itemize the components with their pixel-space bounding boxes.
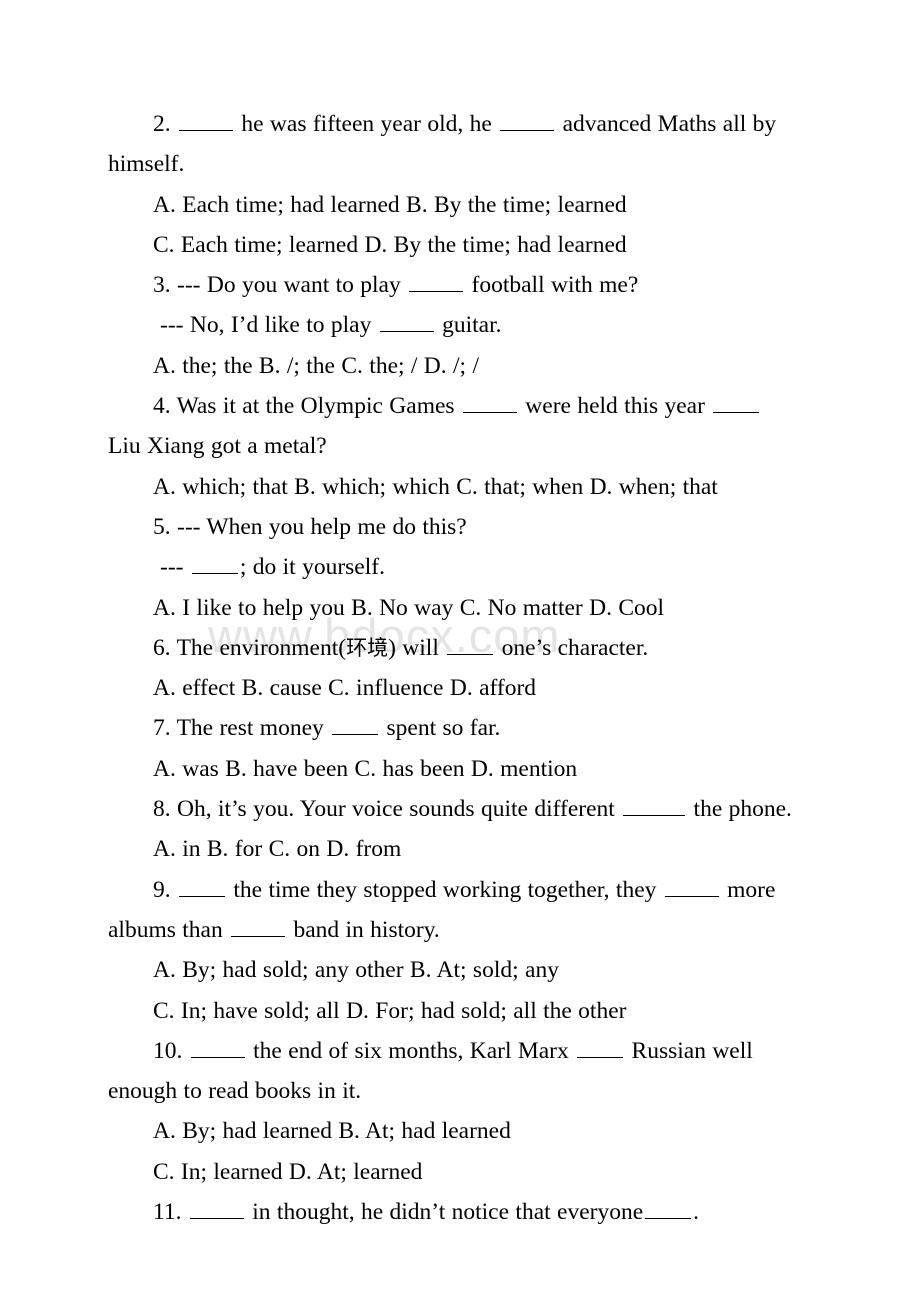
- answer-blank: [179, 874, 225, 897]
- option-line: A. Each time; had learned B. By the time…: [153, 191, 627, 218]
- answer-blank: [664, 874, 719, 897]
- dialogue-text: ; do it yourself.: [239, 554, 385, 581]
- answer-blank: [179, 108, 233, 131]
- option-line: C. In; have sold; all D. For; had sold; …: [153, 997, 627, 1024]
- question-stem-text: 9.: [153, 876, 177, 903]
- question-stem-text: were held this year: [518, 393, 712, 420]
- question-stem-text: spent so far.: [380, 715, 501, 742]
- question-stem: 2. he was fifteen year old, he advanced …: [108, 104, 798, 185]
- answer-blank: [379, 310, 434, 333]
- answer-blank: [623, 793, 686, 817]
- question-dialogue: --- No, I’d like to play guitar.: [108, 305, 798, 345]
- option-line: A. which; that B. which; which C. that; …: [153, 473, 718, 500]
- option-line: A. was B. have been C. has been D. menti…: [153, 755, 578, 782]
- question-stem-text: in thought, he didn’t notice that everyo…: [245, 1199, 644, 1226]
- dialogue-text: guitar.: [435, 312, 502, 339]
- question-stem: 3. --- Do you want to play football with…: [108, 265, 798, 305]
- dialogue-text: ---: [160, 554, 190, 581]
- question-stem-text: 8. Oh, it’s you. Your voice sounds quite…: [153, 796, 622, 823]
- option-line: C. Each time; learned D. By the time; ha…: [153, 231, 627, 258]
- answer-blank: [191, 552, 238, 575]
- dialogue-text: --- No, I’d like to play: [160, 312, 378, 339]
- document-page: www.bdocx.com 2. he was fifteen year old…: [0, 0, 920, 1302]
- question-stem-text: the phone.: [687, 796, 792, 823]
- question-stem-text: the time they stopped working together, …: [227, 876, 663, 903]
- question-stem-text: football with me?: [465, 272, 639, 299]
- question-stem-text: one’s character.: [495, 634, 649, 661]
- question-stem-text: band in history.: [287, 916, 440, 943]
- question-stem-text: 3. --- Do you want to play: [153, 272, 408, 299]
- question-stem-text: the end of six months, Karl Marx: [246, 1037, 576, 1064]
- answer-blank: [447, 632, 494, 655]
- question-stem-text: 2.: [153, 111, 177, 137]
- option-line: A. By; had learned B. At; had learned: [153, 1118, 511, 1145]
- answer-blank: [500, 108, 555, 131]
- answer-blank: [409, 270, 464, 293]
- question-stem: 9. the time they stopped working togethe…: [108, 870, 798, 951]
- question-stem: 4. Was it at the Olympic Games were held…: [108, 386, 798, 467]
- option-line: C. In; learned D. At; learned: [153, 1158, 423, 1185]
- question-stem: 11. in thought, he didn’t notice that ev…: [108, 1192, 798, 1232]
- question-stem-text: Liu Xiang got a metal?: [108, 433, 327, 460]
- option-line: A. in B. for C. on D. from: [153, 836, 402, 863]
- answer-blank: [332, 713, 379, 736]
- option-line: A. I like to help you B. No way C. No ma…: [153, 594, 665, 621]
- question-stem: 8. Oh, it’s you. Your voice sounds quite…: [108, 789, 798, 829]
- answer-blank: [462, 390, 517, 414]
- question-stem-text: 5. --- When you help me do this?: [153, 513, 467, 540]
- question-stem-text: 11.: [153, 1199, 188, 1226]
- option-line: A. effect B. cause C. influence D. affor…: [153, 675, 537, 702]
- chinese-gloss: 环境: [346, 635, 389, 660]
- option-line: A. By; had sold; any other B. At; sold; …: [153, 957, 559, 984]
- answer-blank: [577, 1035, 624, 1058]
- document-body: 2. he was fifteen year old, he advanced …: [108, 104, 798, 1232]
- answer-blank: [189, 1196, 244, 1220]
- question-stem-text: .: [693, 1199, 700, 1226]
- question-dialogue: --- ; do it yourself.: [108, 547, 798, 587]
- question-stem: 5. --- When you help me do this?: [108, 507, 798, 547]
- question-stem-text: ) will: [388, 634, 446, 661]
- question-stem-text: he was fifteen year old, he: [235, 111, 499, 137]
- answer-blank: [645, 1196, 692, 1220]
- question-stem: 10. the end of six months, Karl Marx Rus…: [108, 1031, 798, 1112]
- answer-blank: [190, 1035, 245, 1058]
- answer-blank: [713, 390, 760, 414]
- answer-blank: [231, 914, 286, 937]
- question-stem-text: 7. The rest money: [153, 715, 331, 742]
- option-line: A. the; the B. /; the C. the; / D. /; /: [153, 352, 479, 379]
- question-stem: 6. The environment(环境) will one’s charac…: [108, 628, 798, 668]
- question-stem-text: 4. Was it at the Olympic Games: [153, 393, 461, 420]
- question-stem-text: 6. The environment(: [153, 634, 347, 661]
- question-stem: 7. The rest money spent so far.: [108, 708, 798, 748]
- question-stem-text: 10.: [153, 1037, 189, 1064]
